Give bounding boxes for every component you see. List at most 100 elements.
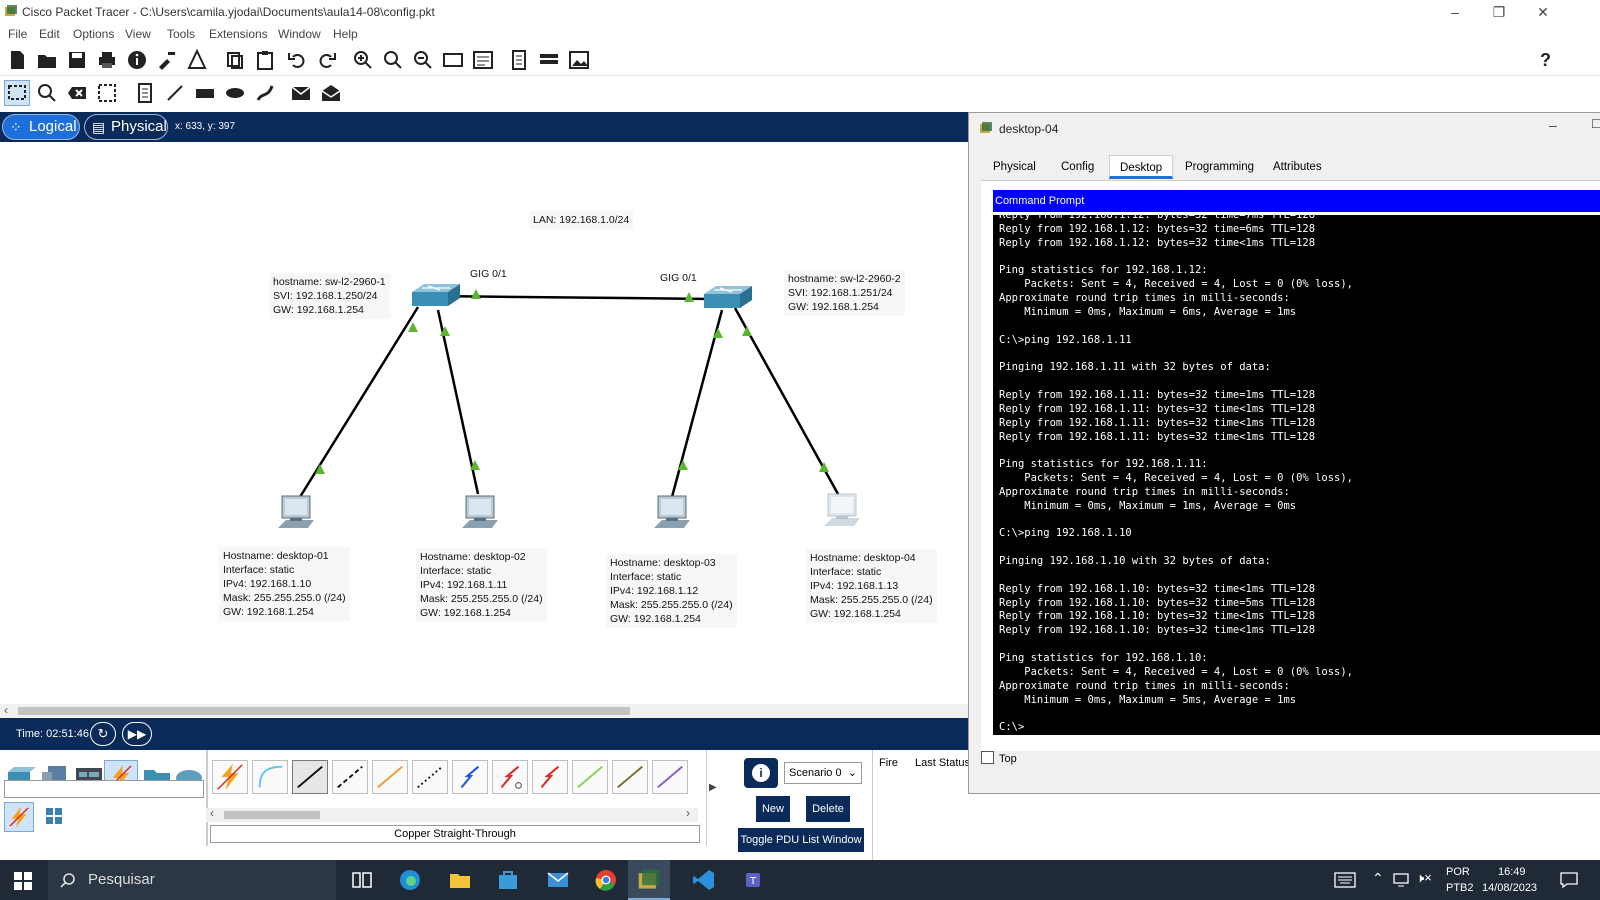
pc-icon[interactable]: [652, 494, 696, 534]
tab-attributes[interactable]: Attributes: [1263, 155, 1332, 179]
zoom-in-icon[interactable]: [352, 49, 374, 71]
cable-scrollbar[interactable]: ‹ ›: [206, 806, 698, 822]
menu-help[interactable]: Help: [333, 27, 358, 41]
switch-icon[interactable]: [702, 284, 754, 312]
language-primary[interactable]: POR: [1446, 866, 1470, 878]
scroll-left-icon[interactable]: ‹: [210, 806, 214, 820]
undo-icon[interactable]: [286, 49, 308, 71]
tab-desktop[interactable]: Desktop: [1109, 155, 1174, 179]
link-pc1[interactable]: [298, 306, 420, 498]
vscode-icon[interactable]: [692, 868, 716, 892]
custom-device-icon[interactable]: [472, 49, 494, 71]
language-secondary[interactable]: PTB2: [1446, 882, 1474, 894]
packet-tracer-taskbar-button[interactable]: [628, 860, 670, 900]
edge-icon[interactable]: [398, 868, 422, 892]
serial-dte-cable-button[interactable]: [532, 760, 568, 794]
network-icon[interactable]: [1392, 872, 1410, 888]
grid-icon[interactable]: [44, 806, 64, 826]
pc2-note[interactable]: Hostname: desktop-02 Interface: static I…: [416, 548, 547, 622]
auto-connect-cable-button[interactable]: [212, 760, 248, 794]
fast-forward-button[interactable]: ▶▶: [122, 722, 152, 746]
info-icon[interactable]: [126, 49, 148, 71]
fiber-cable-button[interactable]: [372, 760, 408, 794]
menu-extensions[interactable]: Extensions: [209, 27, 268, 41]
scrollbar-thumb[interactable]: [224, 811, 320, 819]
draw-line-icon[interactable]: [164, 82, 186, 104]
add-complex-pdu-icon[interactable]: [320, 82, 342, 104]
pc-icon[interactable]: [822, 492, 866, 532]
toggle-pdu-list-button[interactable]: Toggle PDU List Window: [738, 828, 864, 852]
octal-cable-button[interactable]: [572, 760, 608, 794]
pc3-note[interactable]: Hostname: desktop-03 Interface: static I…: [606, 554, 737, 628]
copper-cross-over-cable-button[interactable]: [332, 760, 368, 794]
menu-file[interactable]: File: [8, 27, 27, 41]
zoom-reset-icon[interactable]: [382, 49, 404, 71]
copper-straight-through-cable-button[interactable]: [292, 760, 328, 794]
taskbar-search-box[interactable]: Pesquisar: [48, 860, 336, 900]
tab-programming[interactable]: Programming: [1175, 155, 1264, 179]
mail-icon[interactable]: [546, 868, 570, 892]
device-search-input[interactable]: [4, 780, 204, 798]
paste-icon[interactable]: [254, 49, 276, 71]
copy-icon[interactable]: [224, 49, 246, 71]
delete-icon[interactable]: [66, 82, 88, 104]
add-simple-pdu-icon[interactable]: [290, 82, 312, 104]
pc1-note[interactable]: Hostname: desktop-01 Interface: static I…: [219, 547, 350, 621]
device-window-maximize[interactable]: ☐: [1591, 117, 1600, 131]
notes-icon[interactable]: [508, 49, 530, 71]
console-cable-button[interactable]: [252, 760, 288, 794]
inspect-icon[interactable]: [36, 82, 58, 104]
menu-view[interactable]: View: [125, 27, 151, 41]
menu-options[interactable]: Options: [73, 27, 114, 41]
pc-icon[interactable]: [276, 494, 320, 534]
switch-icon[interactable]: [410, 282, 462, 310]
help-button[interactable]: ?: [1540, 50, 1551, 71]
keyboard-icon[interactable]: [1334, 872, 1356, 888]
serial-dce-cable-button[interactable]: [492, 760, 528, 794]
switch1-note[interactable]: hostname: sw-l2-2960-1 SVI: 192.168.1.25…: [269, 273, 390, 319]
scroll-right-icon[interactable]: ›: [686, 806, 690, 820]
menu-edit[interactable]: Edit: [39, 27, 60, 41]
iot-custom-cable-button[interactable]: [612, 760, 648, 794]
resize-icon[interactable]: [96, 82, 118, 104]
scroll-left-icon[interactable]: ‹: [4, 703, 8, 717]
drawing-palette-icon[interactable]: [442, 49, 464, 71]
workspace-horizontal-scrollbar[interactable]: ‹: [0, 703, 970, 718]
top-checkbox[interactable]: [981, 751, 994, 764]
place-note-icon[interactable]: [134, 82, 156, 104]
pc-icon[interactable]: [460, 494, 504, 534]
file-explorer-icon[interactable]: [448, 868, 472, 892]
logical-workspace[interactable]: LAN: 192.168.1.0/24 GIG 0/1 GIG 0/1 host…: [0, 142, 970, 704]
save-icon[interactable]: [66, 49, 88, 71]
select-tool[interactable]: [4, 80, 30, 106]
activity-wizard-icon[interactable]: [186, 49, 208, 71]
device-window-minimize[interactable]: –: [1549, 117, 1557, 133]
connections-subcategory[interactable]: [4, 802, 34, 832]
clock-date[interactable]: 14/08/2023: [1482, 882, 1537, 894]
print-icon[interactable]: [96, 49, 118, 71]
menu-tools[interactable]: Tools: [167, 27, 195, 41]
chrome-icon[interactable]: [594, 868, 618, 892]
scrollbar-thumb[interactable]: [18, 707, 630, 715]
chevron-up-icon[interactable]: ⌃: [1372, 870, 1384, 887]
power-cycle-button[interactable]: ↻: [90, 722, 116, 746]
store-icon[interactable]: [496, 868, 520, 892]
scenario-select[interactable]: Scenario 0 ⌄: [784, 762, 862, 784]
lan-note[interactable]: LAN: 192.168.1.0/24: [529, 211, 634, 229]
zoom-out-icon[interactable]: [412, 49, 434, 71]
freeform-icon[interactable]: [254, 82, 276, 104]
windows-start-icon[interactable]: [14, 872, 32, 890]
delete-scenario-button[interactable]: Delete: [806, 796, 850, 822]
panel-collapse-handle[interactable]: ▶: [706, 750, 720, 846]
logical-mode-button[interactable]: ⁘ Logical: [2, 114, 80, 140]
restore-button[interactable]: ❐: [1484, 2, 1514, 22]
volume-muted-icon[interactable]: 🕨×: [1416, 870, 1432, 886]
pc4-note[interactable]: Hostname: desktop-04 Interface: static I…: [806, 549, 937, 623]
teams-icon[interactable]: T: [742, 868, 766, 892]
new-file-icon[interactable]: [6, 49, 28, 71]
scenario-info-button[interactable]: i: [744, 758, 778, 788]
usb-cable-button[interactable]: [652, 760, 688, 794]
image-icon[interactable]: [568, 49, 590, 71]
open-folder-icon[interactable]: [36, 49, 58, 71]
notifications-icon[interactable]: [1560, 872, 1578, 888]
